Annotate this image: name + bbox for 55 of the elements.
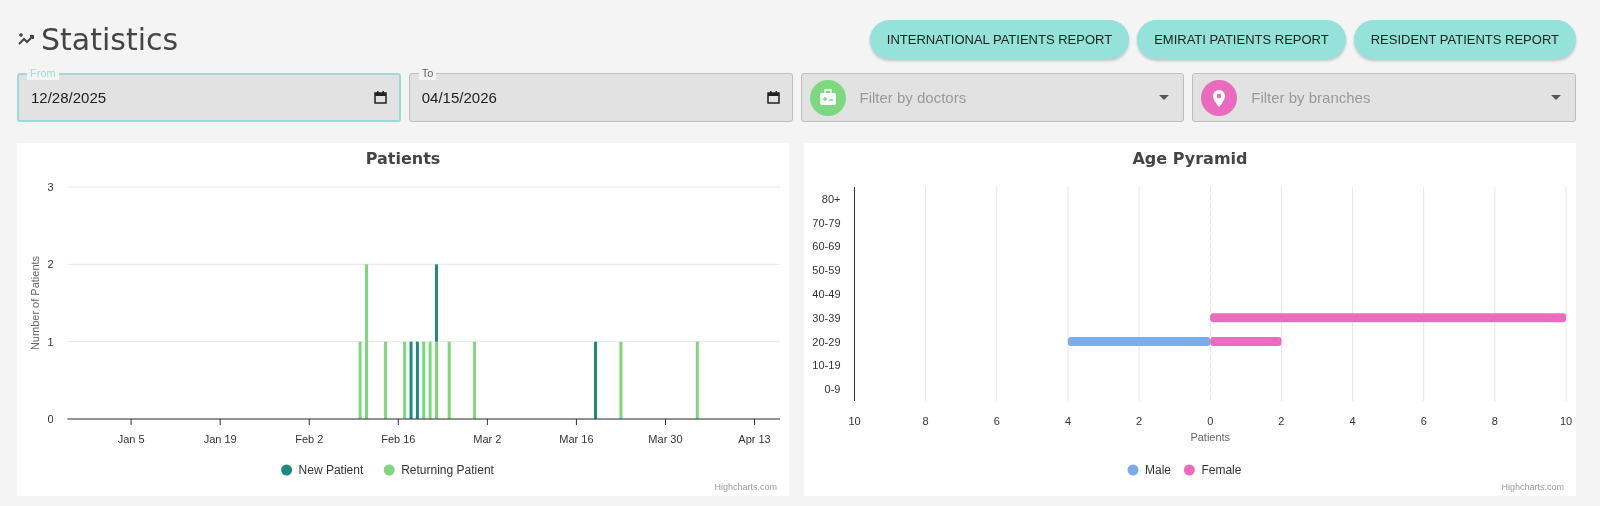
- x-tick-label: 10: [848, 415, 861, 427]
- x-tick-label: 2: [1278, 415, 1285, 427]
- category-label: 0-9: [824, 383, 841, 396]
- x-tick-label: Mar 16: [559, 433, 594, 445]
- caret-icon: [1551, 95, 1561, 100]
- x-tick-label: 8: [1491, 415, 1498, 427]
- chart-title: Patients: [365, 149, 441, 168]
- y-tick-label: 0: [47, 413, 54, 425]
- x-tick-label: 10: [1559, 415, 1573, 427]
- legend-label[interactable]: Female: [1201, 463, 1242, 477]
- category-label: 40-49: [812, 288, 841, 300]
- x-tick-label: Mar 2: [473, 433, 502, 445]
- sparkle-trend-icon: [17, 31, 35, 47]
- legend-label[interactable]: New Patient: [298, 463, 364, 477]
- category-label: 80+: [821, 192, 841, 205]
- category-label: 30-39: [812, 311, 841, 324]
- x-tick-label: 0: [1207, 415, 1214, 427]
- x-axis-title: Patients: [1190, 431, 1231, 443]
- x-tick-label: Jan 19: [203, 433, 237, 445]
- x-tick-label: 4: [1064, 415, 1071, 427]
- select-field[interactable]: Filter by branches: [1192, 73, 1576, 122]
- legend-label[interactable]: Male: [1145, 463, 1171, 477]
- x-tick-label: Apr 13: [738, 433, 771, 445]
- x-tick-label: 6: [1420, 415, 1427, 427]
- field-label: To: [418, 67, 437, 80]
- category-label: 70-79: [812, 216, 841, 229]
- calendar-icon[interactable]: [766, 91, 780, 104]
- category-label: 50-59: [812, 264, 841, 277]
- x-tick-label: Feb 16: [381, 433, 416, 445]
- legend-label[interactable]: Returning Patient: [401, 463, 494, 477]
- field-label: From: [27, 67, 59, 80]
- x-tick-label: 8: [922, 415, 929, 427]
- report-button[interactable]: EMIRATI PATIENTS REPORT: [1137, 19, 1346, 59]
- y-axis-title: Number of Patients: [29, 255, 41, 351]
- select-field[interactable]: Filter by doctors: [800, 73, 1185, 122]
- select-input[interactable]: Filter by doctors: [857, 88, 1160, 107]
- page-title: Statistics: [41, 21, 179, 57]
- y-tick-label: 2: [47, 258, 54, 271]
- calendar-icon[interactable]: [373, 91, 387, 104]
- select-input[interactable]: Filter by branches: [1249, 88, 1551, 107]
- caret-icon: [1159, 95, 1170, 100]
- x-tick-label: Jan 5: [117, 433, 145, 445]
- chart-title: Age Pyramid: [1132, 149, 1248, 168]
- x-tick-label: 4: [1349, 415, 1356, 427]
- report-button[interactable]: INTERNATIONAL PATIENTS REPORT: [869, 19, 1130, 59]
- category-label: 60-69: [812, 240, 841, 253]
- x-tick-label: Mar 30: [648, 433, 683, 445]
- y-tick-label: 3: [47, 181, 54, 193]
- x-tick-label: Feb 2: [295, 433, 324, 445]
- report-button[interactable]: RESIDENT PATIENTS REPORT: [1353, 19, 1576, 59]
- x-tick-label: 6: [993, 415, 1000, 427]
- x-tick-label: 2: [1136, 415, 1143, 427]
- category-label: 10-19: [812, 359, 841, 372]
- y-tick-label: 1: [47, 335, 54, 348]
- category-label: 20-29: [812, 335, 841, 348]
